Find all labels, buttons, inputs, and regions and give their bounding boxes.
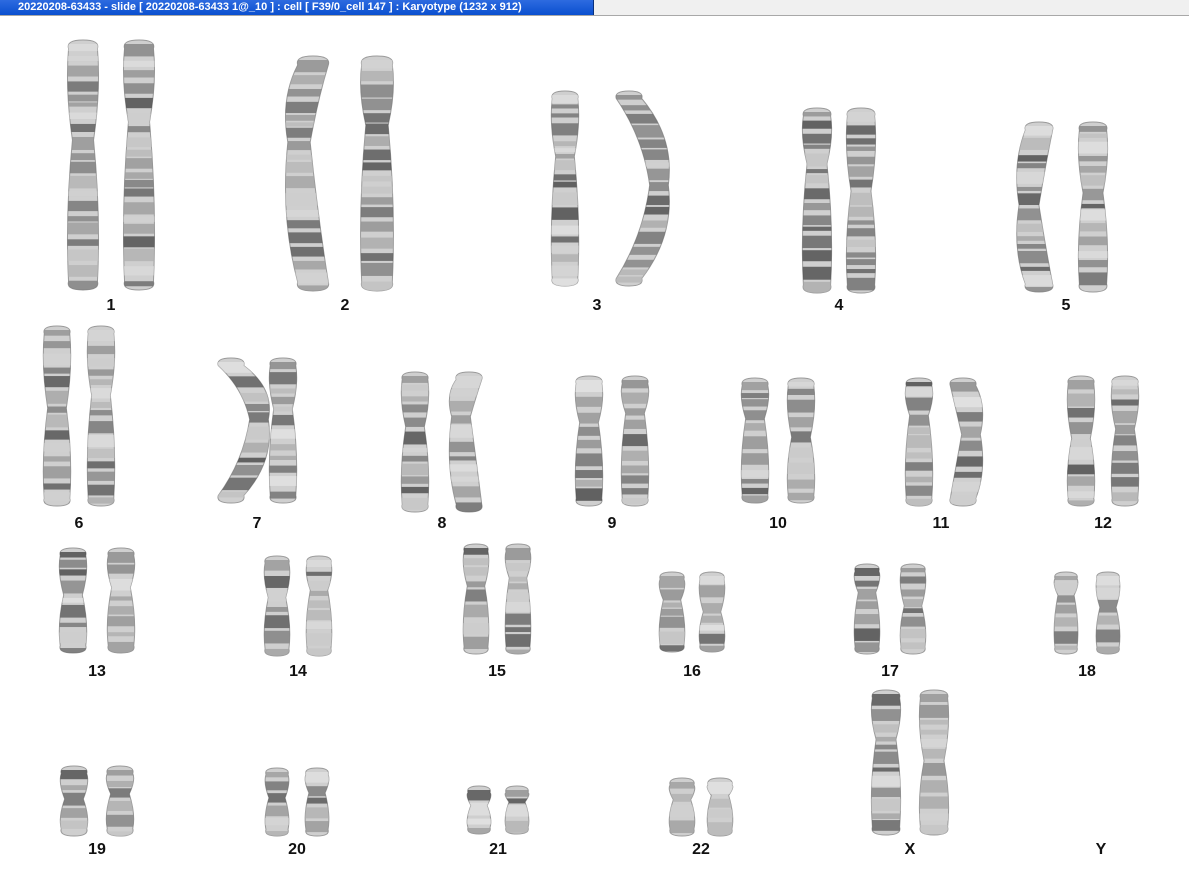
chromosome-pair-graphic xyxy=(1033,571,1141,656)
chromosome-pair-graphic xyxy=(638,571,746,653)
chromosome-8-homolog-b[interactable] xyxy=(434,371,506,513)
chromosome-17-homolog-b[interactable] xyxy=(879,563,947,655)
window-title[interactable]: 20220208-63433 - slide [ 20220208-63433 … xyxy=(0,0,594,15)
chromosome-pair-graphic xyxy=(781,107,897,295)
chromosome-pair-graphic xyxy=(554,375,670,507)
chromosome-15-homolog-b[interactable] xyxy=(484,543,552,661)
chromosome-pair-graphic xyxy=(39,765,155,841)
chromosome-pair-graphic xyxy=(850,689,970,836)
chromosome-label-20: 20 xyxy=(288,841,306,858)
chromosome-3-homolog-b[interactable] xyxy=(596,90,693,287)
chromosome-pair-graphic xyxy=(1003,121,1129,296)
chromosome-7-homolog-a[interactable] xyxy=(196,357,291,504)
chromosome-16-homolog-b[interactable] xyxy=(678,571,746,653)
chromosome-18-homolog-b[interactable] xyxy=(1075,571,1141,656)
chromosome-2-homolog-a[interactable] xyxy=(275,55,354,298)
chromosome-22-homolog-b[interactable] xyxy=(686,777,754,837)
chromosome-pair-graphic xyxy=(275,55,415,298)
chromosome-pair-graphic xyxy=(720,377,836,504)
chromosome-pair-graphic xyxy=(22,325,136,507)
chromosome-label-7: 7 xyxy=(252,515,262,532)
chromosome-label-12: 12 xyxy=(1094,515,1112,532)
chromosome-label-10: 10 xyxy=(769,515,787,532)
chromosome-pair-graphic xyxy=(446,785,550,840)
chromosome-13-homolog-a[interactable] xyxy=(38,547,108,656)
chromosome-pair-graphic xyxy=(530,90,693,289)
chromosome-label-3: 3 xyxy=(592,297,602,314)
chromosome-18-homolog-a[interactable] xyxy=(1033,571,1099,655)
chromosome-4-homolog-a[interactable] xyxy=(781,107,853,295)
chromosome-pair-graphic xyxy=(243,555,353,660)
chromosome-label-14: 14 xyxy=(289,663,307,680)
chromosome-11-homolog-a[interactable] xyxy=(884,377,954,507)
chromosome-label-2: 2 xyxy=(340,297,350,314)
chromosome-pair-graphic xyxy=(833,563,947,655)
chromosome-pair-graphic xyxy=(648,777,754,837)
chromosome-pair-graphic xyxy=(244,767,350,843)
chromosome-3-homolog-a[interactable] xyxy=(530,90,600,289)
chromosome-label-11: 11 xyxy=(932,515,950,532)
chromosome-pair-graphic xyxy=(380,371,506,513)
chromosome-9-homolog-a[interactable] xyxy=(554,375,624,507)
chromosome-pair-graphic xyxy=(442,543,552,661)
chromosome-11-homolog-b[interactable] xyxy=(928,377,1005,507)
chromosome-label-17: 17 xyxy=(881,663,899,680)
chromosome-9-homolog-b[interactable] xyxy=(600,375,670,507)
chromosome-label-18: 18 xyxy=(1078,663,1096,680)
chromosome-12-homolog-a[interactable] xyxy=(1046,375,1116,507)
chromosome-2-homolog-b[interactable] xyxy=(339,55,415,294)
chromosome-label-15: 15 xyxy=(488,663,506,680)
chromosome-12-homolog-b[interactable] xyxy=(1090,375,1160,507)
chromosome-label-4: 4 xyxy=(834,297,844,314)
chromosome-13-homolog-b[interactable] xyxy=(86,547,156,654)
chromosome-21-homolog-b[interactable] xyxy=(484,785,550,835)
chromosome-label-9: 9 xyxy=(607,515,617,532)
chromosome-21-homolog-a[interactable] xyxy=(446,785,512,840)
chromosome-4-homolog-b[interactable] xyxy=(825,107,897,294)
chromosome-pair-graphic xyxy=(1046,375,1160,507)
chromosome-20-homolog-b[interactable] xyxy=(284,767,350,837)
chromosome-5-homolog-a[interactable] xyxy=(1003,121,1075,296)
chromosome-label-6: 6 xyxy=(74,515,84,532)
window-title-bar: 20220208-63433 - slide [ 20220208-63433 … xyxy=(0,0,1189,16)
chromosome-20-homolog-a[interactable] xyxy=(244,767,310,843)
chromosome-label-y: Y xyxy=(1095,841,1107,858)
chromosome-pair-graphic xyxy=(38,547,156,656)
chromosome-label-22: 22 xyxy=(692,841,710,858)
chromosome-label-x: X xyxy=(904,841,916,858)
chromosome-7-homolog-b[interactable] xyxy=(248,357,318,504)
chromosome-label-19: 19 xyxy=(88,841,106,858)
chromosome-10-homolog-b[interactable] xyxy=(766,377,836,504)
chromosome-X-homolog-b[interactable] xyxy=(898,689,970,836)
chromosome-16-homolog-a[interactable] xyxy=(638,571,706,653)
chromosome-19-homolog-a[interactable] xyxy=(39,765,109,837)
chromosome-label-13: 13 xyxy=(88,663,106,680)
chromosome-19-homolog-b[interactable] xyxy=(85,765,155,841)
chromosome-15-homolog-a[interactable] xyxy=(442,543,510,655)
chromosome-label-21: 21 xyxy=(489,841,507,858)
chromosome-label-16: 16 xyxy=(683,663,701,680)
chromosome-22-homolog-a[interactable] xyxy=(648,777,716,837)
chromosome-pair-graphic xyxy=(196,357,318,504)
chromosome-1-homolog-a[interactable] xyxy=(46,39,120,292)
chromosome-X-homolog-a[interactable] xyxy=(850,689,922,836)
chromosome-6-homolog-b[interactable] xyxy=(66,325,136,507)
chromosome-pair-graphic xyxy=(46,39,176,292)
chromosome-1-homolog-b[interactable] xyxy=(102,39,176,291)
chromosome-pair-graphic xyxy=(884,377,1005,507)
chromosome-6-homolog-a[interactable] xyxy=(22,325,92,507)
chromosome-label-8: 8 xyxy=(437,515,447,532)
chromosome-label-1: 1 xyxy=(106,297,116,314)
chromosome-14-homolog-b[interactable] xyxy=(285,555,353,660)
karyotype-canvas: 1 2 3 4 5 6 7 8 9 10 11 12 13 14 15 16 17 18 19 20 21 22 X Y xyxy=(0,16,1189,882)
chromosome-8-homolog-a[interactable] xyxy=(380,371,450,513)
chromosome-label-5: 5 xyxy=(1061,297,1071,314)
chromosome-17-homolog-a[interactable] xyxy=(833,563,901,655)
chromosome-14-homolog-a[interactable] xyxy=(243,555,311,657)
chromosome-10-homolog-a[interactable] xyxy=(720,377,790,504)
chromosome-5-homolog-b[interactable] xyxy=(1057,121,1129,293)
